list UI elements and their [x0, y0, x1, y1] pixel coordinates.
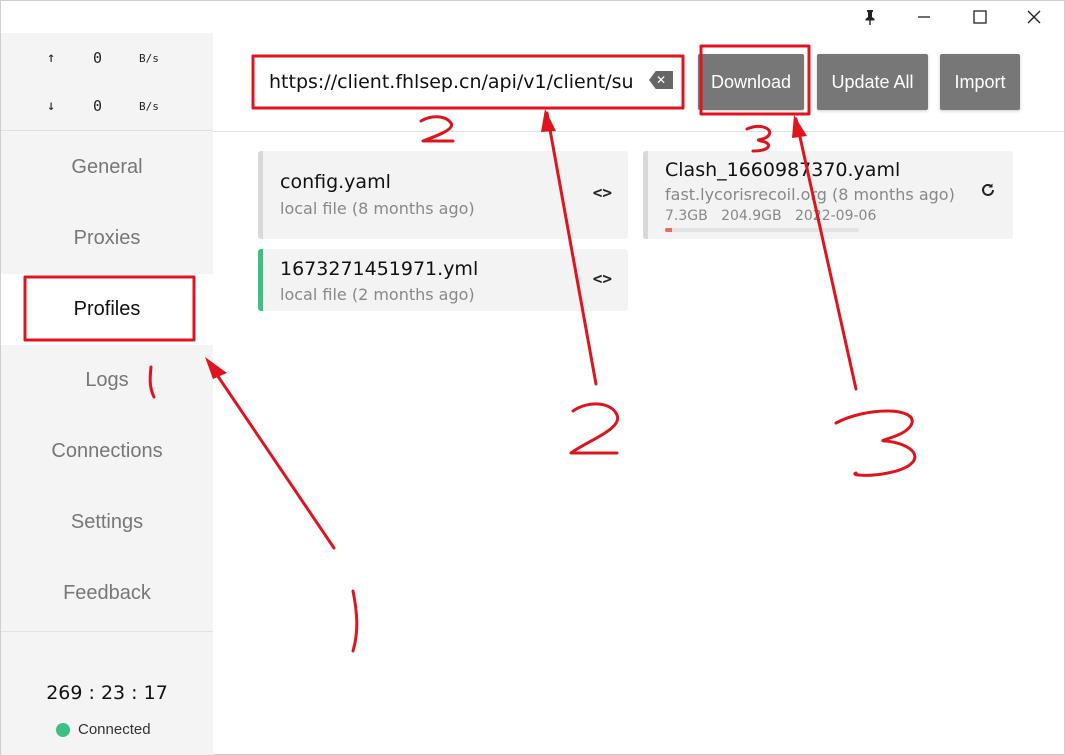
profile-card[interactable]: 1673271451971.yml local file (2 months a…: [258, 249, 628, 311]
update-all-button[interactable]: Update All: [817, 54, 928, 110]
profile-card[interactable]: Clash_1660987370.yaml fast.lycorisrecoil…: [643, 151, 1013, 239]
pin-icon[interactable]: [848, 1, 892, 33]
sidebar-item-connections[interactable]: Connections: [1, 416, 213, 487]
sidebar-item-label: Feedback: [63, 582, 151, 604]
sidebar-item-label: Proxies: [73, 227, 141, 249]
profile-card[interactable]: config.yaml local file (8 months ago) <>: [258, 151, 628, 239]
upload-unit: B/s: [139, 51, 159, 65]
download-button[interactable]: Download: [698, 54, 804, 110]
card-indicator-active: [258, 249, 263, 311]
download-value: 0: [93, 97, 103, 115]
traffic-panel: ↑ 0 B/s ↓ 0 B/s: [1, 33, 213, 131]
sidebar-item-label: Connections: [51, 440, 163, 462]
connection-label: Connected: [78, 721, 151, 738]
profile-toolbar: https://client.fhlsep.cn/api/v1/client/s…: [213, 33, 1064, 132]
code-icon[interactable]: <>: [593, 183, 612, 202]
profile-name: Clash_1660987370.yaml: [665, 159, 901, 181]
profile-source: local file (2 months ago): [280, 285, 475, 304]
profile-name: 1673271451971.yml: [280, 258, 479, 280]
sidebar-item-label: Logs: [85, 369, 129, 391]
upload-value: 0: [93, 49, 103, 67]
card-indicator: [258, 151, 263, 239]
profile-source: local file (8 months ago): [280, 199, 475, 218]
sidebar: ↑ 0 B/s ↓ 0 B/s General Proxies Profiles…: [1, 33, 213, 755]
download-arrow-icon: ↓: [47, 98, 56, 114]
main-content: https://client.fhlsep.cn/api/v1/client/s…: [213, 33, 1064, 754]
close-icon[interactable]: [1008, 1, 1060, 33]
upload-arrow-icon: ↑: [47, 50, 56, 66]
profile-usage: 7.3GB 204.9GB 2022-09-06: [665, 208, 876, 224]
subscription-url-input[interactable]: https://client.fhlsep.cn/api/v1/client/s…: [257, 55, 677, 109]
expire-date: 2022-09-06: [794, 208, 877, 224]
profile-source: fast.lycorisrecoil.org (8 months ago): [665, 185, 955, 204]
uptime-clock: 269 : 23 : 17: [46, 682, 168, 704]
usage-total: 204.9GB: [721, 208, 782, 224]
download-unit: B/s: [139, 99, 159, 113]
code-icon[interactable]: <>: [593, 269, 612, 288]
titlebar: [1, 1, 1064, 33]
usage-used: 7.3GB: [665, 208, 708, 224]
upload-speed: ↑ 0 B/s: [1, 46, 213, 70]
connected-dot-icon: [56, 722, 70, 737]
import-button[interactable]: Import: [940, 54, 1020, 110]
status-panel: 269 : 23 : 17 Connected: [1, 631, 213, 755]
sidebar-nav: General Proxies Profiles Logs Connection…: [1, 132, 213, 629]
sidebar-item-label: General: [71, 156, 143, 178]
app-window: ↑ 0 B/s ↓ 0 B/s General Proxies Profiles…: [0, 0, 1065, 755]
profile-name: config.yaml: [280, 171, 391, 193]
sidebar-item-proxies[interactable]: Proxies: [1, 203, 213, 274]
download-speed: ↓ 0 B/s: [1, 94, 213, 118]
sidebar-item-settings[interactable]: Settings: [1, 487, 213, 558]
sidebar-item-feedback[interactable]: Feedback: [1, 558, 213, 629]
connection-status: Connected: [56, 721, 151, 738]
minimize-icon[interactable]: [898, 1, 950, 33]
usage-progress-fill: [665, 228, 672, 232]
maximize-icon[interactable]: [954, 1, 1006, 33]
sidebar-item-logs[interactable]: Logs: [1, 345, 213, 416]
usage-progress-bar: [665, 228, 859, 232]
sidebar-item-profiles[interactable]: Profiles: [1, 274, 213, 345]
sidebar-item-label: Settings: [70, 511, 144, 533]
card-indicator: [643, 151, 648, 239]
sidebar-item-general[interactable]: General: [1, 132, 213, 203]
sidebar-item-label: Profiles: [73, 298, 141, 320]
refresh-icon[interactable]: [979, 181, 997, 203]
